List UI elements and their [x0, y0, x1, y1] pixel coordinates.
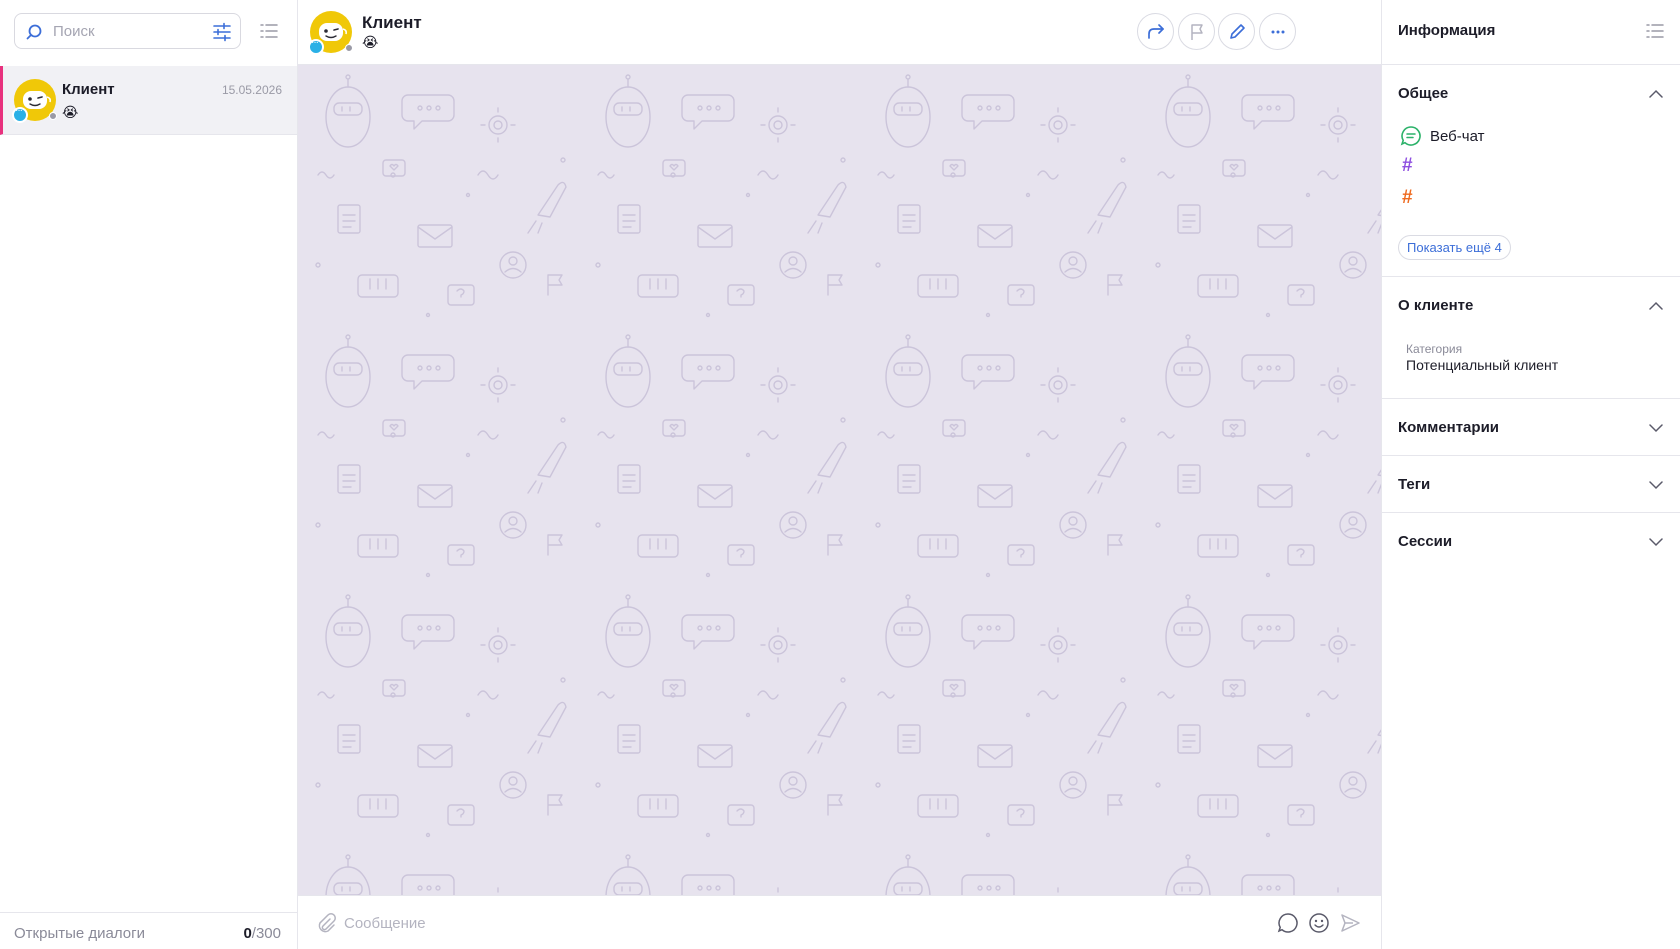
sessions-title: Сессии	[1398, 533, 1453, 550]
chevron-down-icon	[1649, 481, 1663, 490]
comments-section-header[interactable]: Комментарии	[1382, 399, 1680, 455]
tags-section: Теги	[1382, 456, 1680, 513]
open-dialogs-count: 0	[243, 925, 252, 942]
send-icon[interactable]	[1339, 912, 1361, 934]
message-composer	[298, 895, 1381, 949]
open-dialogs-label: Открытые диалоги	[14, 925, 145, 942]
sessions-section-header[interactable]: Сессии	[1382, 513, 1680, 569]
search-box	[14, 13, 241, 49]
emoji-icon[interactable]	[1308, 912, 1330, 934]
more-button[interactable]	[1259, 13, 1296, 50]
chevron-up-icon	[1649, 89, 1663, 98]
chat-subtitle: 😭	[362, 34, 379, 50]
attachment-icon[interactable]	[316, 913, 336, 933]
edit-button[interactable]	[1218, 13, 1255, 50]
conversation-item[interactable]: Клиент 15.05.2026 😭	[0, 66, 297, 135]
comments-section: Комментарии	[1382, 399, 1680, 456]
flag-icon	[1191, 24, 1203, 40]
avatar	[12, 79, 57, 123]
dialog-list-panel: Клиент 15.05.2026 😭 Открытые диалоги 0/3…	[0, 0, 298, 949]
info-title: Информация	[1398, 22, 1496, 39]
general-section-header[interactable]: Общее	[1382, 65, 1680, 121]
edit-icon	[1230, 24, 1245, 39]
status-dot	[49, 112, 57, 120]
more-icon	[1271, 30, 1285, 34]
forward-icon	[1148, 24, 1164, 39]
general-section-title: Общее	[1398, 85, 1449, 102]
general-section: Общее Веб-чат # # Показать ещё 4	[1382, 65, 1680, 277]
info-panel: Информация Общее Веб-чат # # Показать ещ…	[1381, 0, 1680, 949]
flag-button[interactable]	[1178, 13, 1215, 50]
comments-title: Комментарии	[1398, 419, 1500, 436]
hash-icon: #	[1402, 155, 1413, 176]
tags-section-header[interactable]: Теги	[1382, 456, 1680, 512]
app: Клиент 15.05.2026 😭 Открытые диалоги 0/3…	[0, 0, 1680, 949]
about-client-title: О клиенте	[1398, 297, 1474, 314]
conversation-preview: 😭	[62, 104, 79, 120]
status-dot	[345, 44, 353, 52]
chevron-down-icon	[1649, 424, 1663, 433]
chevron-up-icon	[1649, 301, 1663, 310]
doodle-pattern-background	[298, 65, 1381, 895]
filter-icon[interactable]	[212, 22, 232, 42]
chat-header: Клиент 😭	[298, 0, 1381, 65]
chat-title: Клиент	[362, 13, 422, 32]
chevron-down-icon	[1649, 538, 1663, 547]
quick-replies-icon[interactable]	[1277, 912, 1299, 934]
show-more-button[interactable]: Показать ещё 4	[1398, 235, 1511, 260]
open-dialogs-counter: 0/300	[243, 925, 281, 942]
category-label: Категория	[1406, 342, 1463, 356]
info-header: Информация	[1382, 0, 1680, 65]
message-input[interactable]	[344, 911, 1144, 935]
about-client-section-header[interactable]: О клиенте	[1382, 277, 1680, 333]
chat-messages-area	[298, 65, 1381, 895]
conversation-name: Клиент	[62, 81, 115, 98]
search-input[interactable]	[53, 21, 203, 41]
forward-button[interactable]	[1137, 13, 1174, 50]
conversation-date: 15.05.2026	[221, 83, 282, 97]
search-icon	[26, 24, 42, 40]
webchat-channel-icon	[308, 37, 324, 55]
tags-title: Теги	[1398, 476, 1431, 493]
category-value: Потенциальный клиент	[1406, 357, 1559, 373]
open-dialogs-total: /300	[251, 925, 281, 942]
channel-name: Веб-чат	[1430, 128, 1485, 145]
hash-icon: #	[1402, 187, 1413, 208]
webchat-channel-icon	[12, 105, 28, 123]
open-dialogs-footer: Открытые диалоги 0/300	[0, 912, 297, 949]
chat-avatar	[308, 11, 353, 55]
webchat-icon	[1400, 126, 1421, 146]
list-settings-icon[interactable]	[1645, 21, 1665, 41]
about-client-section: О клиенте Категория Потенциальный клиент	[1382, 277, 1680, 399]
chat-panel: Клиент 😭	[298, 0, 1381, 949]
sessions-section: Сессии	[1382, 513, 1680, 570]
list-view-icon[interactable]	[259, 21, 279, 41]
